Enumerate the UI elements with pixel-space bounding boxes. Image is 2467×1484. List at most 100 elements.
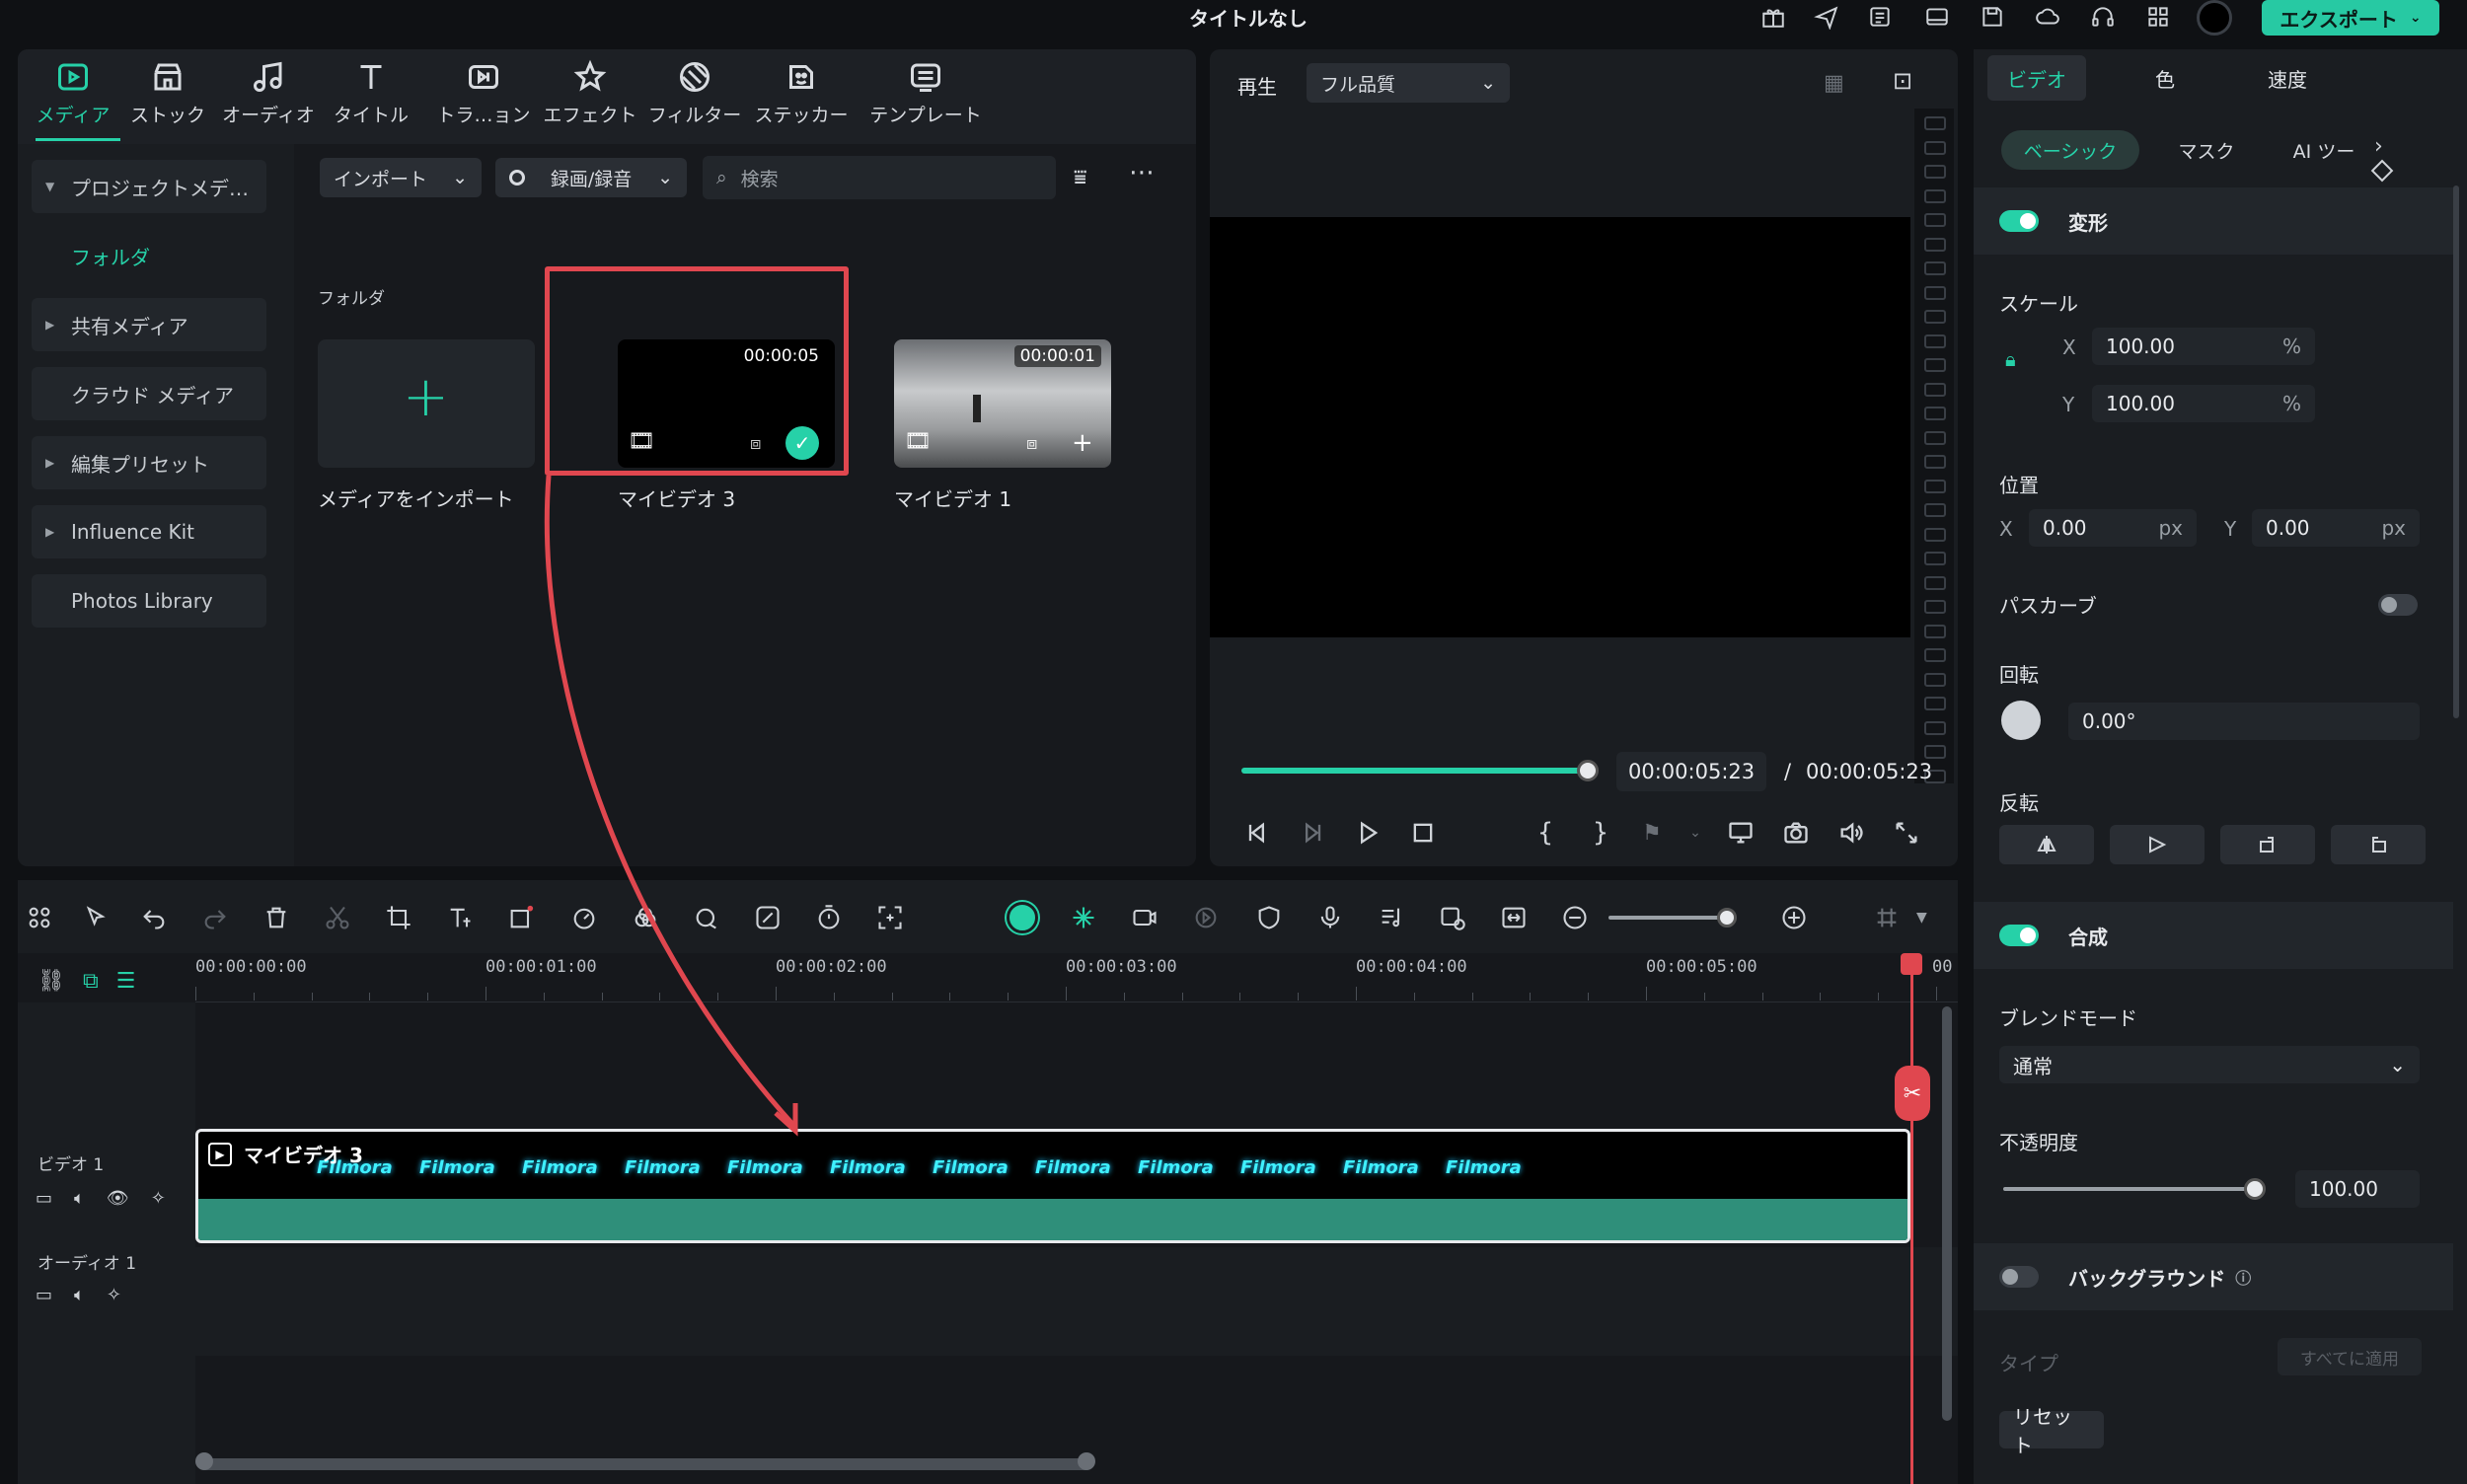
sidebar-item-cloud-media[interactable]: クラウド メディア [32,367,266,420]
select-tool-icon[interactable] [79,900,114,935]
sidebar-item-shared-media[interactable]: ▶ 共有メディア [32,298,266,351]
undo-icon[interactable] [136,900,172,935]
scissors-icon[interactable]: ✂ [1895,1066,1930,1121]
lock-icon[interactable]: 🔒︎ [2005,347,2016,371]
track-icon[interactable]: ☰ [116,969,136,994]
position-y-input[interactable]: 0.00 px [2252,509,2420,547]
mark-in-button[interactable]: { [1528,815,1563,851]
tab-media[interactable]: メディア [24,59,122,138]
rotation-input[interactable]: 0.00° [2068,703,2420,740]
zoom-out-icon[interactable] [1557,900,1593,935]
redo-icon[interactable] [197,900,233,935]
avatar[interactable] [2197,0,2232,36]
transform-toggle[interactable] [1999,210,2039,232]
play-circle-icon[interactable] [1188,900,1224,935]
path-curve-toggle[interactable] [2378,594,2418,616]
microphone-icon[interactable] [1312,900,1348,935]
tab-speed[interactable]: 速度 [2236,55,2339,101]
progress-bar[interactable] [1241,768,1585,774]
export-button[interactable]: エクスポート ⌄ [2262,0,2439,36]
vertical-scrollbar[interactable] [1942,1006,1952,1421]
ai-copilot-icon[interactable] [1005,900,1040,935]
chevron-right-icon[interactable]: › [2374,134,2383,159]
add-icon[interactable]: + [1072,428,1093,458]
sidebar-item-influence-kit[interactable]: ▶ Influence Kit [32,505,266,558]
ai-face-icon[interactable] [689,900,724,935]
filter-sort-icon[interactable]: ⩸ [1074,166,1086,190]
screen-record-icon[interactable] [1435,900,1470,935]
smart-crop-icon[interactable] [872,900,908,935]
audio-mix-icon[interactable] [1374,900,1409,935]
opacity-slider[interactable] [2003,1187,2254,1191]
tab-audio[interactable]: オーディオ [219,59,318,138]
time-ruler[interactable]: 00:00:00:00 00:00:01:00 00:00:02:00 00:0… [195,953,1958,1002]
crop-icon[interactable] [381,900,416,935]
zoom-slider[interactable] [1608,916,1731,920]
notes-icon[interactable] [1865,4,1895,30]
folder-icon[interactable]: ▭ [36,1188,52,1209]
tab-template[interactable]: テンプレート [868,59,983,138]
marker-icon[interactable]: ⚑ [1634,815,1670,851]
delete-icon[interactable] [259,900,294,935]
horizontal-scrollbar[interactable] [201,1458,1089,1470]
gift-icon[interactable] [1758,4,1788,30]
subtab-mask[interactable]: マスク [2157,130,2256,170]
timer-icon[interactable] [811,900,847,935]
tab-title[interactable]: タイトル [322,59,420,138]
next-frame-button[interactable] [1295,815,1330,851]
eye-icon[interactable]: 👁︎ [107,1188,129,1209]
search-input[interactable]: ⌕ 検索 [703,156,1056,199]
display-button[interactable] [1723,815,1758,851]
rotate-left-button[interactable] [2331,825,2426,864]
import-media-card[interactable]: + [318,339,535,468]
group-icon[interactable]: ⧉ [83,969,99,994]
help-icon[interactable]: ⓘ [2235,1265,2251,1289]
sidebar-item-folder[interactable]: フォルダ [32,229,266,282]
send-icon[interactable] [1812,4,1841,30]
tab-stock[interactable]: ストック [118,59,217,138]
speaker-icon[interactable]: 🔈︎ [74,1285,85,1305]
empty-track-area[interactable] [195,1002,1958,1129]
composite-toggle[interactable] [1999,925,2039,946]
video-clip[interactable]: ▶ マイビデオ 3 Filmora Filmora Filmora Filmora Fi… [195,1129,1910,1243]
auto-sync-icon[interactable] [1066,900,1101,935]
caret-down-icon[interactable]: ▼ [1916,910,1927,926]
tab-effect[interactable]: エフェクト [541,59,639,138]
cloud-icon[interactable] [2033,4,2062,30]
scrollbar[interactable] [2453,186,2459,718]
stop-button[interactable] [1405,815,1441,851]
link-icon[interactable]: ⛓ [37,969,65,994]
shield-icon[interactable] [1251,900,1287,935]
apply-all-button[interactable]: すべてに適用 [2278,1338,2422,1375]
tab-sticker[interactable]: ステッカー [752,59,851,138]
playhead[interactable] [1910,953,1913,1484]
transform-section[interactable]: 変形 [1974,187,2453,255]
composite-section[interactable]: 合成 [1974,902,2453,969]
grid-view-icon[interactable]: ▦ [1824,71,1844,96]
rotation-dial[interactable] [2001,701,2041,740]
record-dropdown[interactable]: 録画/録音 ⌄ [495,158,687,197]
background-toggle[interactable] [1999,1266,2039,1288]
tab-transition[interactable]: トラ…ョン [434,59,533,138]
play-button[interactable] [1350,815,1385,851]
flip-horizontal-button[interactable] [1999,825,2094,864]
flip-vertical-button[interactable] [2110,825,2205,864]
playhead-handle[interactable] [1901,953,1922,975]
scale-y-input[interactable]: 100.00% [2092,385,2315,422]
blend-mode-dropdown[interactable]: 通常 ⌄ [1999,1046,2420,1083]
sidebar-item-project-media[interactable]: ▼ プロジェクトメデ… [32,160,266,213]
layout-icon[interactable] [1922,4,1952,30]
magic-icon[interactable]: ✧ [151,1188,166,1209]
shape-icon[interactable] [503,900,539,935]
scroll-right-handle[interactable] [1078,1452,1095,1470]
magic-icon[interactable]: ✧ [107,1285,121,1305]
quality-dropdown[interactable]: フル品質 ⌄ [1307,63,1510,103]
background-section[interactable]: バックグラウンド ⓘ [1974,1243,2453,1310]
grid-icon[interactable] [2143,4,2173,30]
progress-handle[interactable] [1577,760,1599,781]
mark-out-button[interactable]: } [1583,815,1618,851]
zoom-in-icon[interactable] [1776,900,1812,935]
fullscreen-button[interactable] [1889,815,1924,851]
scale-x-input[interactable]: 100.00% [2092,328,2315,365]
fit-icon[interactable] [1496,900,1532,935]
